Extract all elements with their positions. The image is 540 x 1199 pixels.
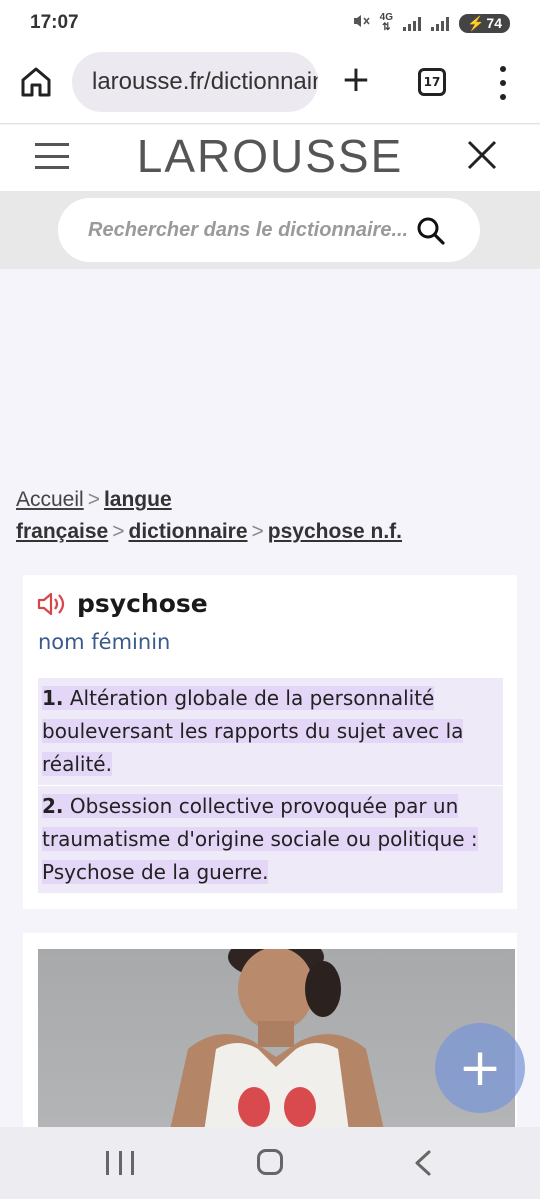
battery-icon: ⚡: [466, 14, 485, 31]
definition-2: 2. Obsession collective provoquée par un…: [38, 786, 503, 893]
part-of-speech: nom féminin: [38, 630, 171, 654]
signal-icon-2: [430, 15, 449, 31]
tabs-button[interactable]: 17: [418, 68, 446, 96]
breadcrumb-home[interactable]: Accueil: [16, 488, 84, 511]
close-button[interactable]: [462, 135, 502, 175]
plus-icon: +: [340, 59, 372, 100]
network-label: 4G: [379, 12, 393, 23]
recent-apps-button[interactable]: [106, 1151, 134, 1175]
signal-icon: [402, 15, 421, 31]
back-button[interactable]: [410, 1149, 436, 1177]
definition-1: 1. Altération globale de la personnalité…: [38, 678, 503, 785]
breadcrumb-separator: >: [87, 488, 100, 511]
add-icon: +: [458, 1038, 502, 1098]
definition-number: 2.: [42, 794, 64, 818]
breadcrumb-current[interactable]: psychose n.f.: [268, 520, 402, 543]
more-vert-icon[interactable]: [496, 66, 510, 100]
search-box[interactable]: [58, 198, 480, 262]
breadcrumb: Accueil > langue française > dictionnaire > ps…: [16, 484, 516, 548]
home-icon: [21, 67, 51, 97]
address-bar[interactable]: larousse.fr/dictionnaire: [72, 52, 318, 112]
site-header: LAROUSSE: [0, 125, 540, 191]
close-icon: [467, 140, 497, 170]
browser-toolbar: larousse.fr/dictionnaire + 17: [0, 46, 540, 124]
status-time: 17:07: [30, 12, 79, 33]
search-input[interactable]: [88, 218, 408, 242]
headword: psychose: [77, 589, 208, 618]
headword-row: psychose: [37, 589, 208, 618]
system-nav-bar: [0, 1127, 540, 1199]
breadcrumb-separator: >: [112, 520, 125, 543]
battery-indicator: ⚡ 74: [458, 13, 510, 33]
site-logo[interactable]: LAROUSSE: [0, 129, 540, 183]
search-icon: [417, 217, 445, 245]
battery-level: 74: [486, 15, 502, 31]
speaker-icon[interactable]: [37, 591, 67, 617]
add-button[interactable]: +: [435, 1023, 525, 1113]
back-icon: [415, 1150, 431, 1176]
url-text: larousse.fr/dictionnaire: [92, 68, 318, 95]
tab-count: 17: [423, 75, 441, 89]
status-bar: 17:07 4G ⇅ ⚡ 74: [0, 0, 540, 46]
status-icons: 4G ⇅ ⚡ 74: [352, 13, 510, 33]
home-button[interactable]: [18, 64, 54, 100]
definition-number: 1.: [42, 686, 64, 710]
breadcrumb-dictionnaire[interactable]: dictionnaire: [129, 520, 248, 543]
definition-text: Altération globale de la personnalité bo…: [42, 686, 464, 776]
entry-card: psychose nom féminin 1. Altération globa…: [23, 575, 517, 909]
network-type: 4G ⇅: [379, 12, 393, 33]
definition-text: Obsession collective provoquée par un tr…: [42, 794, 478, 884]
search-section: [0, 191, 540, 269]
home-nav-button[interactable]: [257, 1149, 283, 1175]
breadcrumb-separator: >: [251, 520, 264, 543]
illustration-card: [23, 933, 517, 1133]
mute-icon: [352, 13, 370, 33]
new-tab-button[interactable]: +: [338, 62, 374, 98]
search-button[interactable]: [416, 216, 446, 246]
